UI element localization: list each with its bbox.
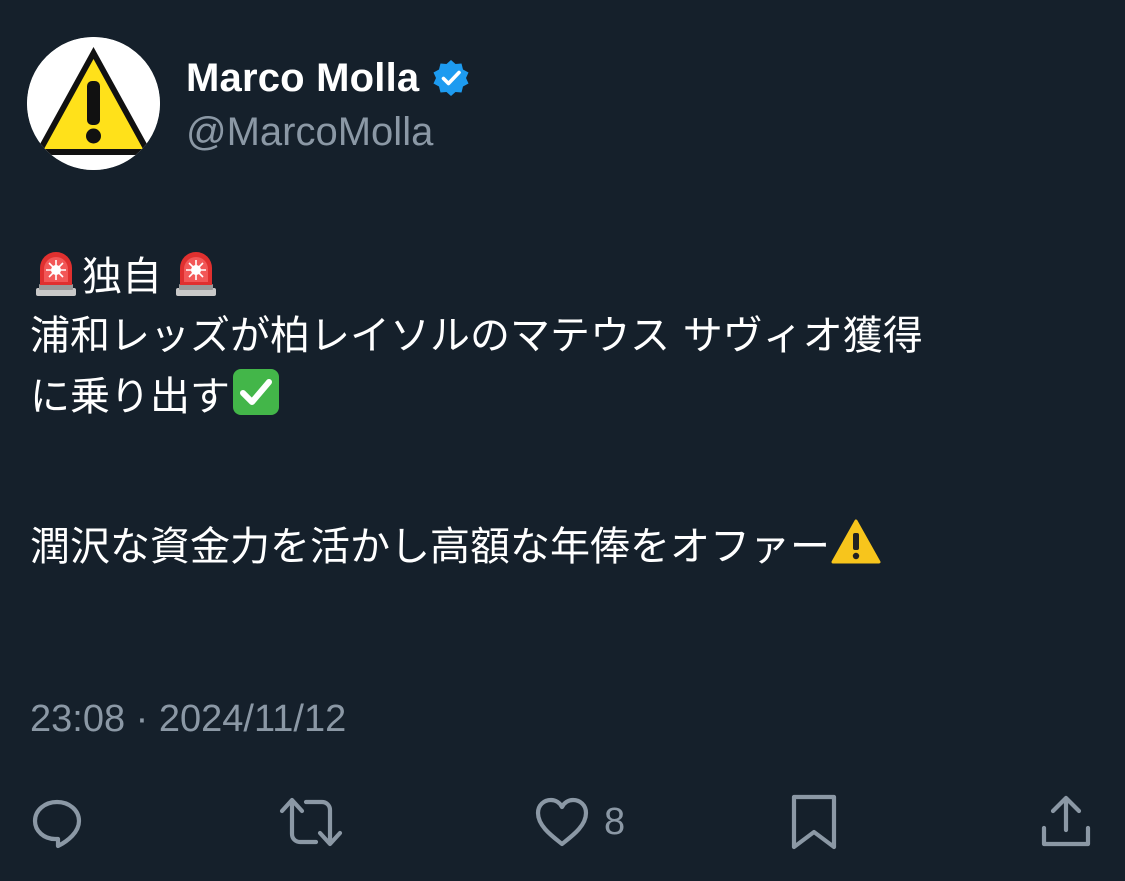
tweet-line-5: 潤沢な資金力を活かし高額な年俸をオファー — [30, 516, 1100, 576]
retweet-icon — [279, 797, 343, 847]
like-button[interactable]: 8 — [532, 790, 625, 854]
reply-icon — [32, 799, 82, 849]
verified-badge-icon — [431, 58, 471, 98]
display-name[interactable]: Marco Molla — [186, 56, 419, 101]
author-handle[interactable]: @MarcoMolla — [186, 108, 433, 156]
retweet-button[interactable] — [278, 790, 344, 854]
police-light-icon — [30, 246, 82, 298]
tweet-card: Marco Molla @MarcoMolla 独自 浦和レッズが柏レイソルのマ… — [0, 0, 1125, 881]
check-mark-button-icon — [230, 366, 282, 418]
action-bar: 8 — [0, 790, 1125, 854]
tweet-line-1-text: 独自 — [82, 254, 162, 300]
bookmark-icon — [791, 794, 837, 850]
tweet-line-3-text: に乗り出す — [30, 374, 230, 420]
warning-sign-icon — [27, 37, 160, 170]
tweet-line-1: 独自 — [30, 246, 1100, 306]
warning-icon — [830, 516, 882, 568]
author-name-row: Marco Molla — [186, 52, 471, 104]
tweet-line-2: 浦和レッズが柏レイソルのマテウス サヴィオ獲得 — [30, 313, 923, 359]
heart-icon — [535, 797, 589, 847]
reply-button[interactable] — [27, 790, 87, 854]
like-count: 8 — [604, 800, 626, 843]
bookmark-button[interactable] — [784, 790, 844, 854]
share-button[interactable] — [1036, 790, 1096, 854]
police-light-icon — [170, 246, 222, 298]
tweet-timestamp[interactable]: 23:08 · 2024/11/12 — [30, 694, 346, 744]
avatar[interactable] — [27, 37, 160, 170]
tweet-text: 独自 浦和レッズが柏レイソルのマテウス サヴィオ獲得 に乗り出す 潤沢な資金力を… — [30, 246, 1100, 576]
tweet-line-3: に乗り出す — [30, 366, 1100, 426]
tweet-line-5-text: 潤沢な資金力を活かし高額な年俸をオファー — [30, 524, 830, 570]
share-icon — [1041, 795, 1091, 847]
